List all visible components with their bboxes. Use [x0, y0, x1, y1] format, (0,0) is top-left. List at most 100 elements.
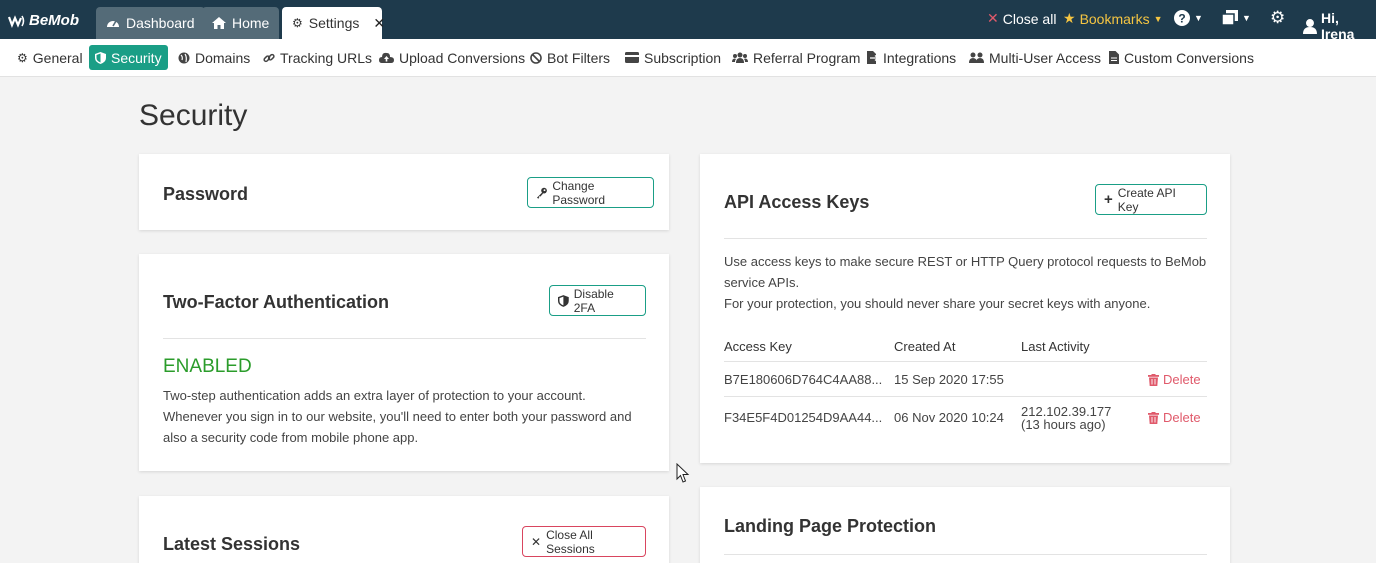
subnav-item-bot-filters[interactable]: Bot Filters: [524, 45, 616, 70]
divider: [724, 238, 1207, 239]
clone-icon: [1222, 10, 1238, 25]
close-icon: ✕: [987, 10, 999, 26]
disable-2fa-button[interactable]: Disable 2FA: [549, 285, 646, 316]
api-keys-title: API Access Keys: [724, 192, 870, 212]
subnav-label: Bot Filters: [547, 49, 611, 66]
chevron-down-icon: ▼: [1194, 13, 1203, 23]
latest-sessions-title: Latest Sessions: [163, 534, 301, 554]
shield-icon: [95, 51, 106, 64]
landing-protection-title: Landing Page Protection: [724, 516, 937, 536]
ban-icon: [530, 51, 542, 64]
subnav-item-subscription[interactable]: Subscription: [619, 45, 727, 70]
two-factor-description: Two-step authentication adds an extra la…: [163, 385, 653, 448]
button-label: Close All Sessions: [546, 527, 595, 556]
column-header-access-key: Access Key: [724, 339, 792, 354]
last-activity-cell: 212.102.39.177 (13 hours ago): [1021, 405, 1111, 431]
column-header-last-activity: Last Activity: [1021, 339, 1090, 354]
trash-icon: [1148, 411, 1159, 424]
divider: [724, 396, 1207, 397]
tab-settings[interactable]: ⚙ Settings ✕: [282, 7, 385, 39]
change-password-button[interactable]: Change Password: [527, 177, 654, 208]
subnav-label: Multi-User Access: [989, 49, 1102, 66]
description-line: Whenever you sign in to our website, you…: [163, 409, 632, 424]
user-icon: [1303, 18, 1317, 34]
subnav-item-general[interactable]: ⚙ General: [11, 45, 89, 70]
globe-icon: [178, 52, 190, 63]
tab-label: Dashboard: [126, 15, 195, 31]
access-key-cell: B7E180606D764C4AA88...: [724, 372, 883, 387]
gear-icon: ⚙: [17, 50, 28, 65]
credit-card-icon: [625, 52, 639, 63]
description-line: service APIs.: [724, 275, 800, 290]
link-icon: [263, 53, 275, 62]
created-at-cell: 06 Nov 2020 10:24: [894, 410, 1004, 425]
subnav-label: Custom Conversions: [1124, 49, 1254, 66]
description-line: Use access keys to make secure REST or H…: [724, 254, 1207, 269]
close-tab-icon[interactable]: ✕: [373, 15, 385, 32]
button-label: Change Password: [552, 178, 606, 207]
subnav-label: Integrations: [883, 49, 957, 66]
delete-label: Delete: [1163, 410, 1201, 425]
subnav-item-referral-program[interactable]: Referral Program: [726, 45, 866, 70]
tab-home[interactable]: Home: [202, 7, 280, 39]
workspaces-menu[interactable]: ▼: [1222, 10, 1251, 25]
trash-icon: [1148, 373, 1159, 386]
access-key-cell: F34E5F4D01254D9AA44...: [724, 410, 883, 425]
subnav-label: Referral Program: [753, 49, 861, 66]
tab-label: Settings: [308, 15, 360, 31]
gear-icon: ⚙: [292, 16, 303, 30]
key-icon: [536, 187, 547, 199]
tab-label: Home: [232, 15, 270, 31]
divider: [724, 554, 1207, 555]
delete-key-button[interactable]: Delete: [1148, 410, 1201, 425]
landing-protection-card: Landing Page Protection: [700, 487, 1230, 563]
subnav-label: Tracking URLs: [280, 49, 373, 66]
home-icon: [212, 17, 226, 29]
subnav-item-upload-conversions[interactable]: Upload Conversions: [373, 45, 531, 70]
dashboard-icon: [107, 20, 119, 27]
tab-dashboard[interactable]: Dashboard: [96, 7, 205, 39]
svg-text:?: ?: [1178, 12, 1185, 26]
star-icon: ★: [1063, 10, 1076, 26]
top-bar: BeMob Dashboard Home ⚙ Settings ✕ ✕ Clos…: [0, 0, 1376, 42]
page-title: Security: [139, 99, 248, 132]
user-group-icon: [969, 52, 984, 63]
subnav-item-security[interactable]: Security: [89, 45, 168, 70]
divider: [163, 338, 646, 339]
chevron-down-icon: ▼: [1242, 12, 1251, 23]
subnav-item-integrations[interactable]: Integrations: [860, 45, 962, 70]
description-line: Two-step authentication adds an extra la…: [163, 388, 586, 403]
subnav-item-tracking-urls[interactable]: Tracking URLs: [257, 45, 378, 70]
create-api-key-button[interactable]: + Create API Key: [1095, 184, 1207, 215]
latest-sessions-card: Latest Sessions ✕ Close All Sessions: [139, 496, 669, 563]
subnav-label: Security: [111, 49, 162, 66]
two-factor-title: Two-Factor Authentication: [163, 292, 389, 312]
users-icon: [732, 52, 748, 63]
logo[interactable]: BeMob: [8, 12, 79, 29]
button-label: Create API Key: [1117, 185, 1176, 214]
divider: [724, 361, 1207, 362]
subnav-label: Subscription: [644, 49, 722, 66]
file-icon: [1109, 51, 1119, 64]
api-keys-description: Use access keys to make secure REST or H…: [724, 251, 1214, 314]
subnav-label: Upload Conversions: [399, 49, 526, 66]
close-all-sessions-button[interactable]: ✕ Close All Sessions: [522, 526, 646, 557]
shield-icon: [558, 294, 569, 307]
help-menu[interactable]: ? ▼: [1174, 10, 1203, 26]
delete-key-button[interactable]: Delete: [1148, 372, 1201, 387]
settings-gear-button[interactable]: ⚙: [1270, 8, 1285, 28]
subnav-item-multi-user-access[interactable]: Multi-User Access: [963, 45, 1107, 70]
bookmarks-menu[interactable]: ★ Bookmarks ▼: [1063, 10, 1163, 27]
description-line: also a security code from mobile phone a…: [163, 430, 419, 445]
last-activity-ago: (13 hours ago): [1021, 417, 1106, 432]
gear-icon: ⚙: [1270, 8, 1286, 27]
cloud-upload-icon: [379, 52, 394, 63]
password-title: Password: [163, 184, 249, 204]
user-menu[interactable]: Hi, Irena: [1303, 10, 1376, 42]
close-all-button[interactable]: ✕ Close all: [987, 10, 1056, 27]
two-factor-card: Two-Factor Authentication Disable 2FA EN…: [139, 254, 669, 471]
subnav-item-domains[interactable]: Domains: [172, 45, 256, 70]
subnav-item-custom-conversions[interactable]: Custom Conversions: [1103, 45, 1260, 70]
subnav-label: Domains: [195, 49, 251, 66]
button-label: Disable 2FA: [573, 286, 614, 315]
